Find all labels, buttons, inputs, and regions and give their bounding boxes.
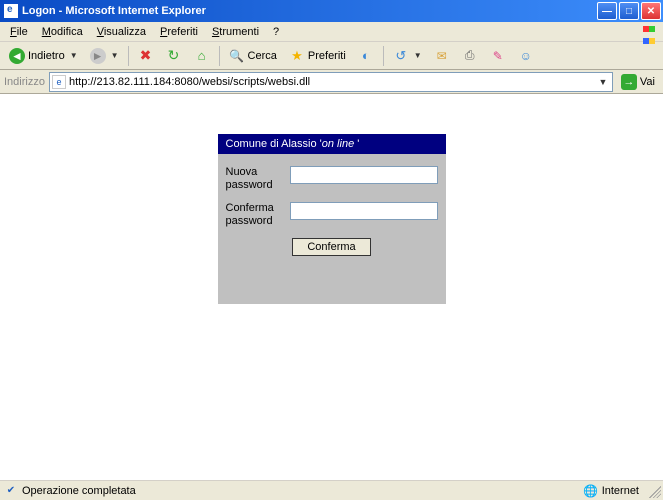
- resize-grip[interactable]: [649, 486, 661, 498]
- menu-strumenti[interactable]: Strumenti: [206, 24, 265, 40]
- star-icon: ★: [289, 48, 305, 64]
- messenger-icon: ☺: [518, 48, 534, 64]
- back-button[interactable]: ◄ Indietro ▼: [4, 45, 83, 67]
- address-input[interactable]: [66, 76, 596, 88]
- menu-help[interactable]: ?: [267, 24, 285, 40]
- minimize-button[interactable]: —: [597, 2, 617, 20]
- page-favicon-icon: e: [52, 75, 66, 89]
- statusbar: ✔ Operazione completata 🌐 Internet: [0, 480, 663, 500]
- messenger-button[interactable]: ☺: [513, 45, 539, 67]
- search-icon: 🔍: [229, 48, 245, 64]
- forward-icon: ►: [90, 48, 106, 64]
- home-button[interactable]: ⌂: [189, 45, 215, 67]
- panel-body: Nuova password Conferma password Conferm…: [218, 154, 446, 264]
- address-label: Indirizzo: [4, 76, 45, 88]
- print-icon: ⎙: [462, 48, 478, 64]
- window-titlebar: Logon - Microsoft Internet Explorer — □ …: [0, 0, 663, 22]
- stop-icon: ✖: [138, 48, 154, 64]
- back-icon: ◄: [9, 48, 25, 64]
- separator: [219, 46, 220, 66]
- refresh-button[interactable]: ↻: [161, 45, 187, 67]
- back-label: Indietro: [28, 50, 65, 62]
- panel-title-suffix: ': [354, 138, 359, 150]
- address-bar: Indirizzo e ▼ → Vai: [0, 70, 663, 94]
- menu-visualizza[interactable]: Visualizza: [91, 24, 152, 40]
- panel-title-prefix: Comune di Alassio ': [226, 138, 322, 150]
- toolbar: ◄ Indietro ▼ ► ▼ ✖ ↻ ⌂ 🔍 Cerca ★ Preferi…: [0, 42, 663, 70]
- favorites-label: Preferiti: [308, 50, 346, 62]
- forward-button[interactable]: ► ▼: [85, 45, 124, 67]
- confirm-button[interactable]: Conferma: [292, 238, 370, 256]
- mail-button[interactable]: ✉: [429, 45, 455, 67]
- stop-button[interactable]: ✖: [133, 45, 159, 67]
- panel-title-em: on line: [322, 138, 354, 150]
- windows-logo-icon: [643, 23, 661, 39]
- refresh-icon: ↻: [166, 48, 182, 64]
- menubar: File Modifica Visualizza Preferiti Strum…: [0, 22, 663, 42]
- media-button[interactable]: ◐: [353, 45, 379, 67]
- confirm-password-label: Conferma password: [226, 202, 286, 228]
- history-button[interactable]: ↺▼: [388, 45, 427, 67]
- page-content: Comune di Alassio 'on line ' Nuova passw…: [0, 94, 663, 480]
- home-icon: ⌂: [194, 48, 210, 64]
- status-text: Operazione completata: [22, 485, 136, 497]
- confirm-password-input[interactable]: [290, 202, 438, 220]
- mail-icon: ✉: [434, 48, 450, 64]
- chevron-down-icon: ▼: [70, 51, 78, 60]
- new-password-row: Nuova password: [226, 166, 438, 192]
- separator: [128, 46, 129, 66]
- edit-button[interactable]: ✎: [485, 45, 511, 67]
- login-panel: Comune di Alassio 'on line ' Nuova passw…: [218, 134, 446, 304]
- address-dropdown-icon[interactable]: ▼: [596, 77, 610, 87]
- close-button[interactable]: ✕: [641, 2, 661, 20]
- done-icon: ✔: [4, 484, 18, 498]
- new-password-label: Nuova password: [226, 166, 286, 192]
- globe-icon: 🌐: [584, 484, 598, 498]
- search-label: Cerca: [248, 50, 277, 62]
- menu-modifica[interactable]: Modifica: [36, 24, 89, 40]
- address-field-wrap: e ▼: [49, 72, 613, 92]
- maximize-button[interactable]: □: [619, 2, 639, 20]
- submit-row: Conferma: [226, 238, 438, 256]
- menu-file[interactable]: File: [4, 24, 34, 40]
- search-button[interactable]: 🔍 Cerca: [224, 45, 282, 67]
- chevron-down-icon: ▼: [111, 51, 119, 60]
- go-label: Vai: [640, 76, 655, 88]
- favorites-button[interactable]: ★ Preferiti: [284, 45, 351, 67]
- go-icon: →: [621, 74, 637, 90]
- go-button[interactable]: → Vai: [617, 74, 659, 90]
- zone-text: Internet: [602, 485, 639, 497]
- panel-header: Comune di Alassio 'on line ': [218, 134, 446, 154]
- chevron-down-icon: ▼: [414, 51, 422, 60]
- separator: [383, 46, 384, 66]
- media-icon: ◐: [358, 48, 374, 64]
- edit-icon: ✎: [490, 48, 506, 64]
- confirm-password-row: Conferma password: [226, 202, 438, 228]
- history-icon: ↺: [393, 48, 409, 64]
- print-button[interactable]: ⎙: [457, 45, 483, 67]
- menu-preferiti[interactable]: Preferiti: [154, 24, 204, 40]
- new-password-input[interactable]: [290, 166, 438, 184]
- window-title: Logon - Microsoft Internet Explorer: [22, 5, 206, 17]
- ie-icon: [4, 4, 18, 18]
